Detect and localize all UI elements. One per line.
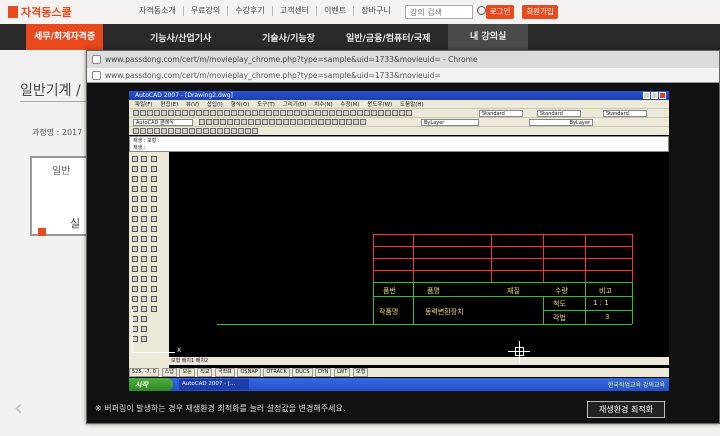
- title-block-header-material: 재질: [507, 287, 520, 295]
- nav-general[interactable]: 일반/금융/컴퓨터/국제: [346, 31, 430, 44]
- lecture-card-sub: 실: [70, 217, 81, 230]
- top-link-free[interactable]: 무료강의: [182, 6, 227, 16]
- title-block-angle-value: 3: [605, 313, 610, 321]
- video-popup-window: www.passdong.com/cert/m/movieplay_chrome…: [86, 50, 720, 424]
- text-style-combo: Standard: [479, 110, 523, 117]
- title-block-header-part-no: 품번: [383, 287, 396, 295]
- ucs-icon-x-label: X: [177, 347, 182, 354]
- autocad-titlebar: AutoCAD 2007 - [Drawing2.dwg]: [129, 91, 669, 100]
- ucs-icon-x-axis: [132, 352, 175, 353]
- title-block-row-label: 작품명: [379, 308, 399, 316]
- tab-model: 모형: [171, 358, 181, 364]
- command-history: 재생 : 모형 : 재생 :: [129, 136, 669, 152]
- title-block-angle-label: 각법: [553, 314, 566, 322]
- maximize-icon: [651, 92, 658, 99]
- start-button: 시작: [129, 378, 173, 391]
- search-input[interactable]: 강의 검색: [405, 5, 473, 19]
- top-link-event[interactable]: 이벤트: [316, 6, 353, 16]
- search-icon[interactable]: [477, 6, 486, 15]
- page-icon: [92, 71, 101, 80]
- nav-engineer[interactable]: 기술사/기능장: [262, 31, 315, 44]
- table-style-combo: Standard: [603, 110, 647, 117]
- popup-address-bar: www.passdong.com/cert/m/movieplay_chrome…: [87, 68, 719, 83]
- nav-craftsman[interactable]: 기능사/산업기사: [150, 31, 211, 44]
- tray-text: 한국직업교육 강의교육: [607, 382, 665, 389]
- title-block-scale-value: 1 : 1: [593, 299, 609, 307]
- title-divider: [20, 101, 88, 102]
- autocad-statusbar: 525, -7, 0 스냅 모눈 직교 극좌표 OSNAP OTRACK DUC…: [129, 368, 669, 377]
- tab-layout2: 배치2: [195, 358, 209, 364]
- nav-tax-accounting[interactable]: 세무/회계자격증: [26, 24, 104, 50]
- ucs-icon-y-label: Y: [129, 301, 133, 308]
- ucs-icon: [132, 309, 133, 352]
- layout-tabs: 모형 배치1 배치2: [169, 357, 669, 365]
- login-button[interactable]: 로그인: [486, 5, 514, 19]
- autocad-layer-toolbar: AutoCAD 클래식 ByLayer ByLayer: [129, 117, 669, 126]
- minimize-icon: [643, 92, 650, 99]
- optimize-playback-button[interactable]: 재생환경 최적화: [587, 401, 665, 418]
- autocad-standard-toolbar: Standard Standard Standard: [129, 108, 669, 117]
- page-title: 일반기계 /: [20, 83, 81, 99]
- dim-style-combo: Standard: [537, 110, 581, 117]
- popup-titlebar[interactable]: www.passdong.com/cert/m/movieplay_chrome…: [87, 51, 719, 68]
- drawing-area[interactable]: [169, 152, 669, 357]
- page-icon: [92, 55, 101, 64]
- site-logo[interactable]: 자격동스쿨: [8, 4, 72, 20]
- windows-taskbar: 시작 AutoCAD 2007 - [... 한국직업교육 강의교육: [129, 378, 669, 391]
- layer-combo: ByLayer: [421, 119, 479, 126]
- workspace-combo: AutoCAD 클래식: [133, 119, 193, 126]
- autocad-left-toolbars: [129, 152, 169, 368]
- autocad-menubar: 파일(F) 편집(E) 뷰(V) 삽입(I) 형식(O) 도구(T) 그리기(D…: [129, 100, 669, 108]
- title-block-header-note: 비고: [599, 287, 612, 295]
- close-icon: [659, 92, 666, 99]
- top-link-cart[interactable]: 장바구니: [353, 6, 397, 16]
- top-links: 자격동소개 무료강의 수강후기 고객센터 이벤트 장바구니: [132, 6, 398, 16]
- title-block-header-qty: 수량: [555, 287, 568, 295]
- title-block-scale-label: 척도: [553, 300, 566, 308]
- course-label: 과정명 : 2017: [32, 128, 83, 137]
- tab-layout1: 배치1: [181, 358, 195, 364]
- crosshair-pickbox: [515, 347, 524, 356]
- status-coords: 525, -7, 0: [129, 368, 160, 377]
- main-nav: 세무/회계자격증 기능사/산업기사 기술사/기능장 일반/금융/컴퓨터/국제 내…: [0, 24, 720, 50]
- top-link-support[interactable]: 고객센터: [271, 6, 316, 16]
- title-block-row-name: 동력변환장치: [425, 308, 464, 316]
- nav-my-classroom[interactable]: 내 강의실: [448, 24, 529, 50]
- lecture-card-title: 일반: [52, 166, 71, 177]
- linetype-combo: ByLayer: [529, 119, 593, 126]
- lecture-card-icon: [38, 228, 46, 236]
- toolbar-icons: [133, 128, 258, 135]
- top-link-reviews[interactable]: 수강후기: [227, 6, 271, 16]
- logo-icon: [8, 6, 18, 18]
- chevron-left-icon[interactable]: ‹: [14, 396, 23, 421]
- toolbar-icons: [133, 110, 412, 117]
- video-player[interactable]: AutoCAD 2007 - [Drawing2.dwg] 파일(F) 편집(E…: [129, 91, 669, 391]
- toolbar-icons: [199, 119, 366, 126]
- top-link-about[interactable]: 자격동소개: [132, 6, 183, 16]
- autocad-draw-toolbar: [129, 126, 669, 135]
- join-button[interactable]: 회원가입: [522, 5, 558, 19]
- buffering-note: ※ 버퍼링이 발생하는 경우 재생환경 최적화를 눌러 설정값을 변경해주세요.: [95, 404, 346, 413]
- site-header: 자격동스쿨 자격동소개 무료강의 수강후기 고객센터 이벤트 장바구니 강의 검…: [0, 0, 720, 24]
- title-block-header-name: 품명: [427, 287, 440, 295]
- taskbar-autocad: AutoCAD 2007 - [...: [179, 379, 249, 390]
